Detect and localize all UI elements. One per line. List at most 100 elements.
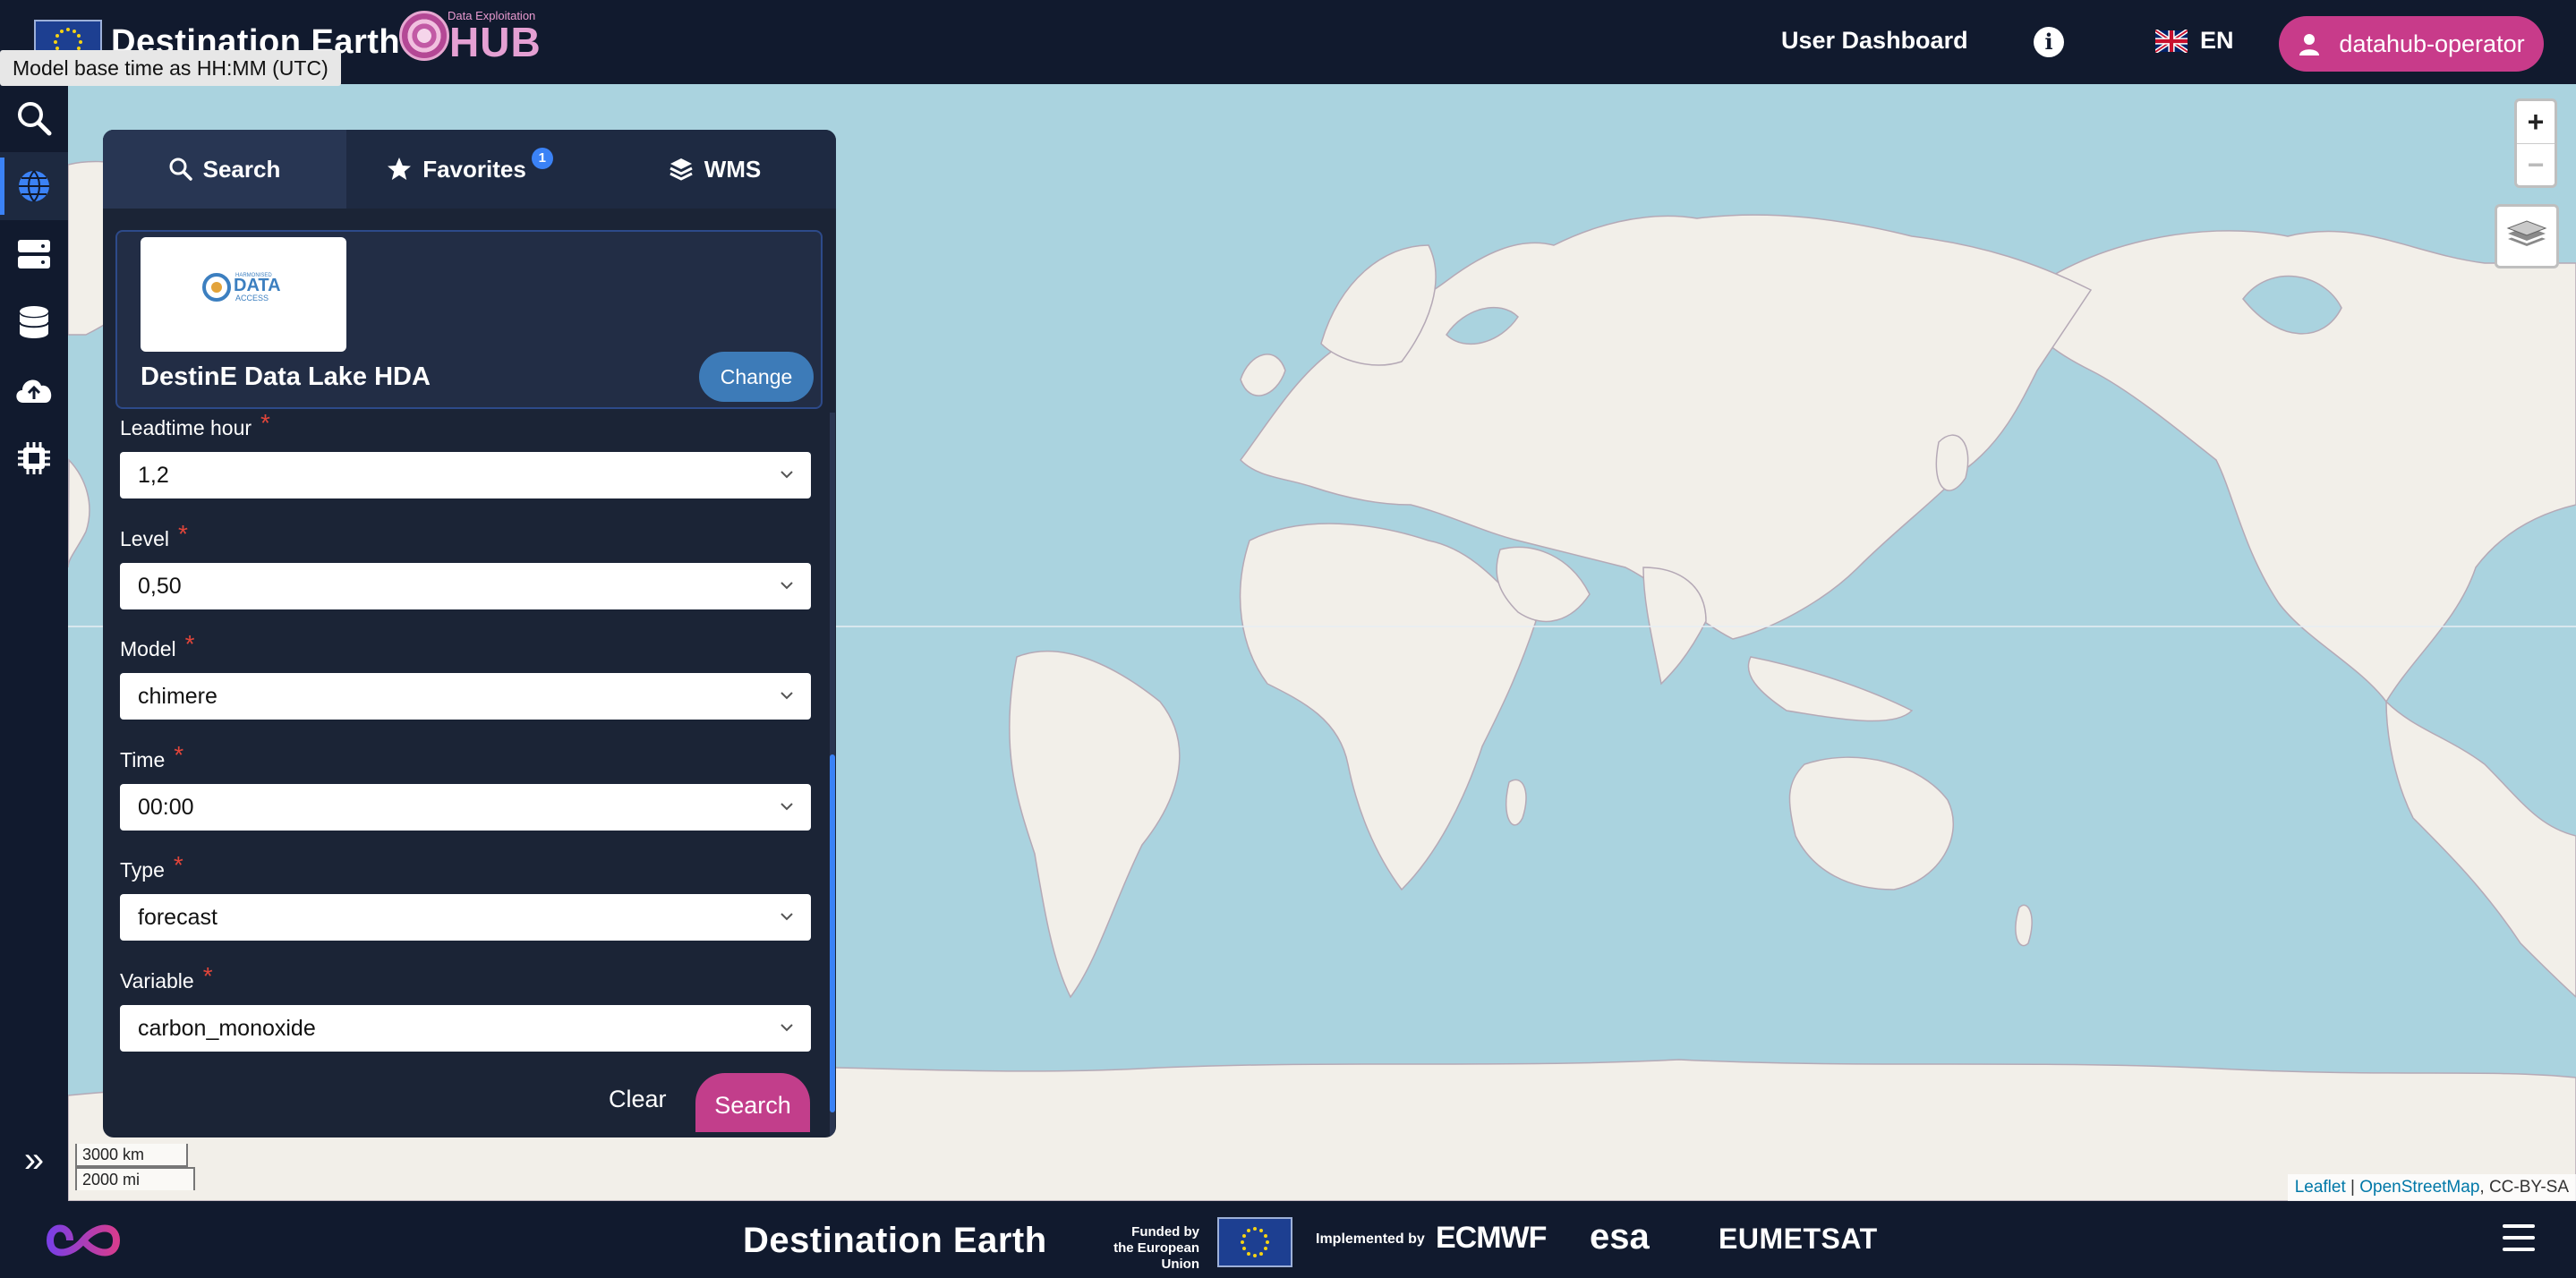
search-panel: Search Favorites 1 WMS HARMONISED DATA A…: [103, 130, 836, 1137]
scale-mi: 2000 mi: [75, 1167, 195, 1190]
field-label-type: Type *: [120, 851, 183, 882]
logo-text-bottom: ACCESS: [235, 294, 269, 302]
chevron-down-icon: [780, 913, 793, 921]
leaflet-link[interactable]: Leaflet: [2295, 1178, 2346, 1197]
required-marker: *: [174, 741, 184, 769]
required-marker: *: [184, 630, 195, 658]
rail-server[interactable]: [0, 220, 68, 288]
zoom-out-button[interactable]: −: [2517, 143, 2555, 185]
level-select[interactable]: 0,50: [120, 563, 811, 609]
menu-icon[interactable]: [2503, 1224, 2535, 1253]
rail-globe[interactable]: [0, 152, 68, 220]
footer-title: Destination Earth: [743, 1221, 1047, 1260]
model-value: chimere: [138, 684, 218, 709]
chevron-down-icon: [780, 803, 793, 811]
database-icon: [19, 306, 49, 338]
form-scrollbar[interactable]: [830, 413, 835, 1137]
language-selector[interactable]: EN: [2155, 27, 2234, 55]
chip-icon: [18, 442, 50, 474]
field-label-variable: Variable *: [120, 962, 213, 993]
search-icon: [18, 102, 52, 136]
search-form: Leadtime hour * 1,2 Level * 0,50 Model * ch…: [103, 413, 836, 1137]
time-select[interactable]: 00:00: [120, 784, 811, 831]
tab-favorites-label: Favorites: [422, 155, 526, 183]
scrollbar-thumb[interactable]: [830, 754, 835, 1112]
required-marker: *: [177, 520, 188, 548]
tab-wms[interactable]: WMS: [593, 130, 836, 209]
time-value: 00:00: [138, 795, 194, 820]
field-label-leadtime: Leadtime hour *: [120, 413, 270, 441]
hda-logo: HARMONISED DATA ACCESS: [141, 237, 346, 352]
expand-rail-icon[interactable]: »: [16, 1142, 52, 1178]
clear-button[interactable]: Clear: [609, 1086, 667, 1113]
search-button[interactable]: Search: [695, 1073, 810, 1132]
variable-value: carbon_monoxide: [138, 1016, 316, 1041]
eu-flag-icon: [1217, 1217, 1292, 1267]
search-icon: [169, 158, 192, 181]
rail-search[interactable]: [0, 84, 68, 152]
required-marker: *: [260, 413, 270, 437]
ecmwf-logo: ECMWF: [1436, 1221, 1547, 1255]
leadtime-value: 1,2: [138, 463, 169, 488]
rail-chip[interactable]: [0, 424, 68, 492]
eumetsat-logo: EUMETSAT: [1719, 1223, 1878, 1255]
left-rail: »: [0, 84, 68, 1201]
tab-search-label: Search: [202, 155, 281, 183]
field-label-time: Time *: [120, 741, 184, 771]
attribution-license: , CC-BY-SA: [2479, 1178, 2569, 1197]
tab-wms-label: WMS: [704, 155, 762, 183]
destine-loop-logo[interactable]: [30, 1214, 138, 1267]
chevron-down-icon: [780, 692, 793, 700]
map-scale: 3000 km 2000 mi: [75, 1144, 195, 1190]
field-label-level: Level *: [120, 520, 188, 550]
globe-icon: [19, 170, 49, 202]
attribution-separator: |: [2345, 1178, 2360, 1197]
tab-search[interactable]: Search: [103, 130, 346, 209]
chevron-down-icon: [780, 471, 793, 479]
zoom-in-button[interactable]: +: [2517, 101, 2555, 143]
tooltip: Model base time as HH:MM (UTC): [0, 50, 341, 86]
type-select[interactable]: forecast: [120, 894, 811, 941]
top-bar: Destination Earth Data Exploitation HUB …: [0, 0, 2576, 84]
layers-icon: [2506, 220, 2547, 246]
language-label: EN: [2200, 27, 2234, 54]
hub-ring-icon: [399, 11, 449, 61]
change-provider-button[interactable]: Change: [699, 352, 814, 402]
server-icon: [18, 240, 50, 268]
logo-text-main: DATA: [234, 276, 281, 295]
funded-by-text: Funded by the European Union: [1113, 1224, 1199, 1272]
star-icon: [388, 158, 412, 180]
level-value: 0,50: [138, 574, 182, 599]
map-attribution: Leaflet | OpenStreetMap, CC-BY-SA: [2287, 1174, 2576, 1201]
hub-logo[interactable]: Data Exploitation HUB: [399, 7, 542, 65]
panel-tabs: Search Favorites 1 WMS: [103, 130, 836, 209]
favorites-count-badge: 1: [531, 148, 553, 169]
layers-control-button[interactable]: [2495, 204, 2559, 268]
scale-km: 3000 km: [75, 1144, 188, 1167]
model-select[interactable]: chimere: [120, 673, 811, 720]
user-menu-button[interactable]: datahub-operator: [2279, 16, 2544, 72]
required-marker: *: [202, 962, 213, 990]
variable-select[interactable]: carbon_monoxide: [120, 1005, 811, 1052]
chevron-down-icon: [780, 1024, 793, 1032]
required-marker: *: [173, 851, 183, 879]
rail-upload[interactable]: [0, 356, 68, 424]
zoom-control: + −: [2514, 98, 2557, 188]
user-name: datahub-operator: [2339, 30, 2525, 57]
type-value: forecast: [138, 905, 218, 930]
rail-database[interactable]: [0, 288, 68, 356]
chevron-down-icon: [780, 582, 793, 590]
osm-link[interactable]: OpenStreetMap: [2359, 1178, 2479, 1197]
info-icon[interactable]: i: [2034, 27, 2064, 57]
field-label-model: Model *: [120, 630, 195, 660]
footer: Destination Earth Funded by the European…: [0, 1201, 2576, 1278]
esa-logo: esa: [1590, 1217, 1650, 1257]
implemented-by-text: Implemented by: [1316, 1231, 1425, 1247]
user-dashboard-link[interactable]: User Dashboard: [1781, 27, 1968, 55]
hub-title: HUB: [449, 19, 542, 65]
provider-name: DestinE Data Lake HDA: [141, 362, 431, 391]
tab-favorites[interactable]: Favorites 1: [346, 130, 593, 209]
layers-icon: [670, 158, 693, 181]
leadtime-select[interactable]: 1,2: [120, 452, 811, 498]
cloud-upload-icon: [16, 379, 52, 403]
